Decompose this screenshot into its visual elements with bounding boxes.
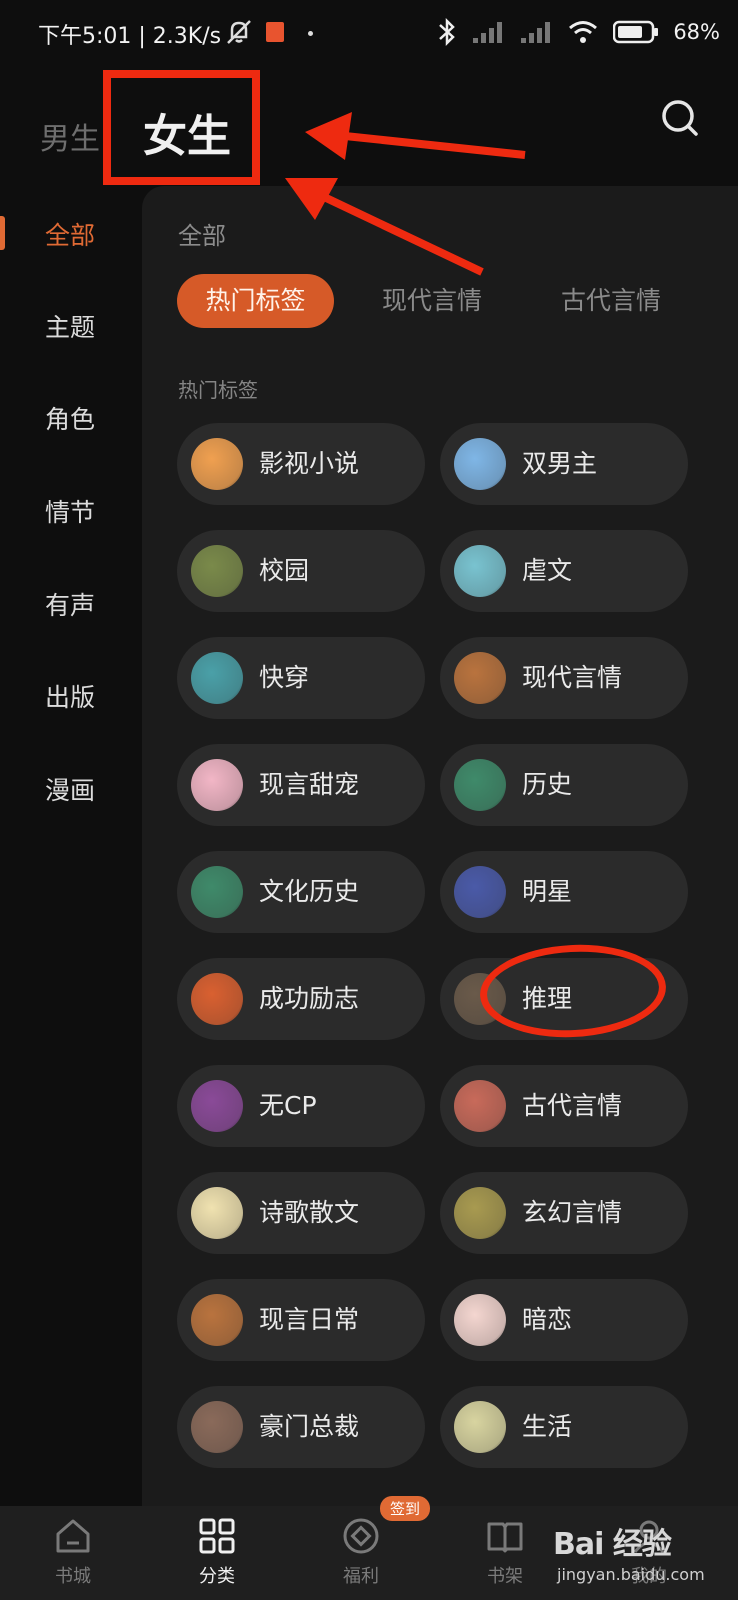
- tag-label: 影视小说: [259, 449, 360, 478]
- ribbon-heart-icon: [191, 759, 243, 811]
- tag-label: 暗恋: [522, 1305, 573, 1334]
- tag-item[interactable]: 快穿: [177, 637, 425, 719]
- grid-icon: [199, 1518, 235, 1554]
- status-time-speed: 下午5:01 | 2.3K/s: [38, 24, 222, 49]
- search-icon[interactable]: [660, 98, 700, 138]
- nav-welfare[interactable]: 福利: [316, 1516, 406, 1588]
- tag-label: 现言日常: [259, 1305, 360, 1334]
- chip-hot-tags[interactable]: 热门标签: [177, 274, 334, 328]
- medal-icon: [191, 973, 243, 1025]
- peach-icon: [454, 1080, 506, 1132]
- sidebar-item-audio[interactable]: 有声: [45, 586, 95, 622]
- tag-item[interactable]: 玄幻言情: [440, 1172, 688, 1254]
- tag-label: 校园: [259, 556, 310, 585]
- coffee-cup-icon: [454, 1401, 506, 1453]
- wifi-icon: [569, 21, 598, 43]
- tag-item[interactable]: 明星: [440, 851, 688, 933]
- lotus-icon: [454, 1187, 506, 1239]
- tag-label: 生活: [522, 1412, 573, 1441]
- hourglass-icon: [191, 652, 243, 704]
- tag-item[interactable]: 古代言情: [440, 1065, 688, 1147]
- tag-item[interactable]: 历史: [440, 744, 688, 826]
- tag-label: 文化历史: [259, 877, 360, 906]
- tag-label: 豪门总裁: [259, 1412, 360, 1441]
- signal-2-icon: [521, 22, 551, 43]
- tag-item[interactable]: 现言甜宠: [177, 744, 425, 826]
- tag-item[interactable]: 成功励志: [177, 958, 425, 1040]
- sign-in-badge: 签到: [380, 1496, 431, 1521]
- tab-male[interactable]: 男生: [40, 114, 100, 158]
- tag-panel: 全部 热门标签 现代言情 古代言情 热门标签 影视小说 双男主校园 虐文快穿 现代言情…: [142, 186, 738, 1506]
- more-notifications-dot: [308, 31, 313, 36]
- tag-item[interactable]: 现代言情: [440, 637, 688, 719]
- section-label: 热门标签: [178, 378, 258, 402]
- love-letter-icon: [454, 1294, 506, 1346]
- active-indicator: [0, 216, 5, 250]
- battery-percent: 68%: [673, 20, 720, 44]
- sidebar-item-publish[interactable]: 出版: [45, 678, 95, 714]
- tag-label: 现言甜宠: [259, 770, 360, 799]
- tag-item[interactable]: 影视小说: [177, 423, 425, 505]
- tag-label: 明星: [522, 877, 573, 906]
- poem-scroll-icon: [191, 1187, 243, 1239]
- signal-1-icon: [473, 22, 503, 43]
- mute-bell-icon: [227, 20, 251, 44]
- nav-bookstore[interactable]: 书城: [28, 1516, 118, 1588]
- coin-icon: [343, 1518, 379, 1554]
- scroll-icon: [191, 866, 243, 918]
- sidebar-item-theme[interactable]: 主题: [45, 308, 95, 344]
- annotation-box: [103, 70, 260, 185]
- home-icon: [56, 1519, 90, 1553]
- tag-item[interactable]: 豪门总裁: [177, 1386, 425, 1468]
- chip-modern-romance[interactable]: 现代言情: [382, 274, 482, 328]
- watermark-url: jingyan.baidu.com: [557, 1565, 705, 1584]
- tag-label: 玄幻言情: [522, 1198, 623, 1227]
- tag-item[interactable]: 文化历史: [177, 851, 425, 933]
- tag-label: 古代言情: [522, 1091, 623, 1120]
- sidebar-item-all[interactable]: 全部: [45, 216, 95, 252]
- tag-item[interactable]: 无CP: [177, 1065, 425, 1147]
- tag-label: 双男主: [522, 449, 598, 478]
- sidebar-item-plot[interactable]: 情节: [45, 493, 95, 529]
- scroll-icon: [454, 759, 506, 811]
- sakura-icon: [454, 438, 506, 490]
- watermark-brand: Bai 经验: [553, 1527, 672, 1562]
- battery-icon: [613, 20, 659, 44]
- panel-title: 全部: [178, 222, 226, 250]
- category-sidebar: 全部 主题 角色 情节 有声 出版 漫画: [0, 186, 142, 1506]
- flower-icon: [454, 652, 506, 704]
- tag-item[interactable]: 现言日常: [177, 1279, 425, 1361]
- baidu-watermark: Bai 经验 jingyan.baidu.com: [553, 1515, 733, 1595]
- tag-item[interactable]: 虐文: [440, 530, 688, 612]
- tag-item[interactable]: 校园: [177, 530, 425, 612]
- book-icon: [191, 545, 243, 597]
- star-portrait-icon: [454, 866, 506, 918]
- broken-heart-icon: [454, 545, 506, 597]
- tag-label: 诗歌散文: [259, 1198, 360, 1227]
- bluetooth-icon: [439, 17, 456, 47]
- sidebar-item-comics[interactable]: 漫画: [45, 771, 95, 807]
- tag-label: 无CP: [259, 1091, 317, 1120]
- status-bar: 下午5:01 | 2.3K/s 68%: [0, 0, 738, 66]
- book-open-icon: [487, 1522, 523, 1553]
- tag-label: 现代言情: [522, 663, 623, 692]
- tag-item[interactable]: 诗歌散文: [177, 1172, 425, 1254]
- tag-label: 快穿: [259, 663, 310, 692]
- film-reel-icon: [191, 438, 243, 490]
- tag-item[interactable]: 双男主: [440, 423, 688, 505]
- chip-ancient-romance[interactable]: 古代言情: [561, 274, 661, 328]
- tag-label: 历史: [522, 770, 573, 799]
- teacup-icon: [191, 1401, 243, 1453]
- flower-icon: [191, 1294, 243, 1346]
- tag-label: 成功励志: [259, 984, 360, 1013]
- tag-item[interactable]: 暗恋: [440, 1279, 688, 1361]
- notification-icon: [266, 22, 284, 42]
- nav-category[interactable]: 分类: [172, 1516, 262, 1588]
- tag-label: 虐文: [522, 556, 573, 585]
- nav-bookshelf[interactable]: 书架: [460, 1516, 550, 1588]
- girl-portrait-icon: [191, 1080, 243, 1132]
- tag-item[interactable]: 生活: [440, 1386, 688, 1468]
- sidebar-item-role[interactable]: 角色: [45, 400, 95, 436]
